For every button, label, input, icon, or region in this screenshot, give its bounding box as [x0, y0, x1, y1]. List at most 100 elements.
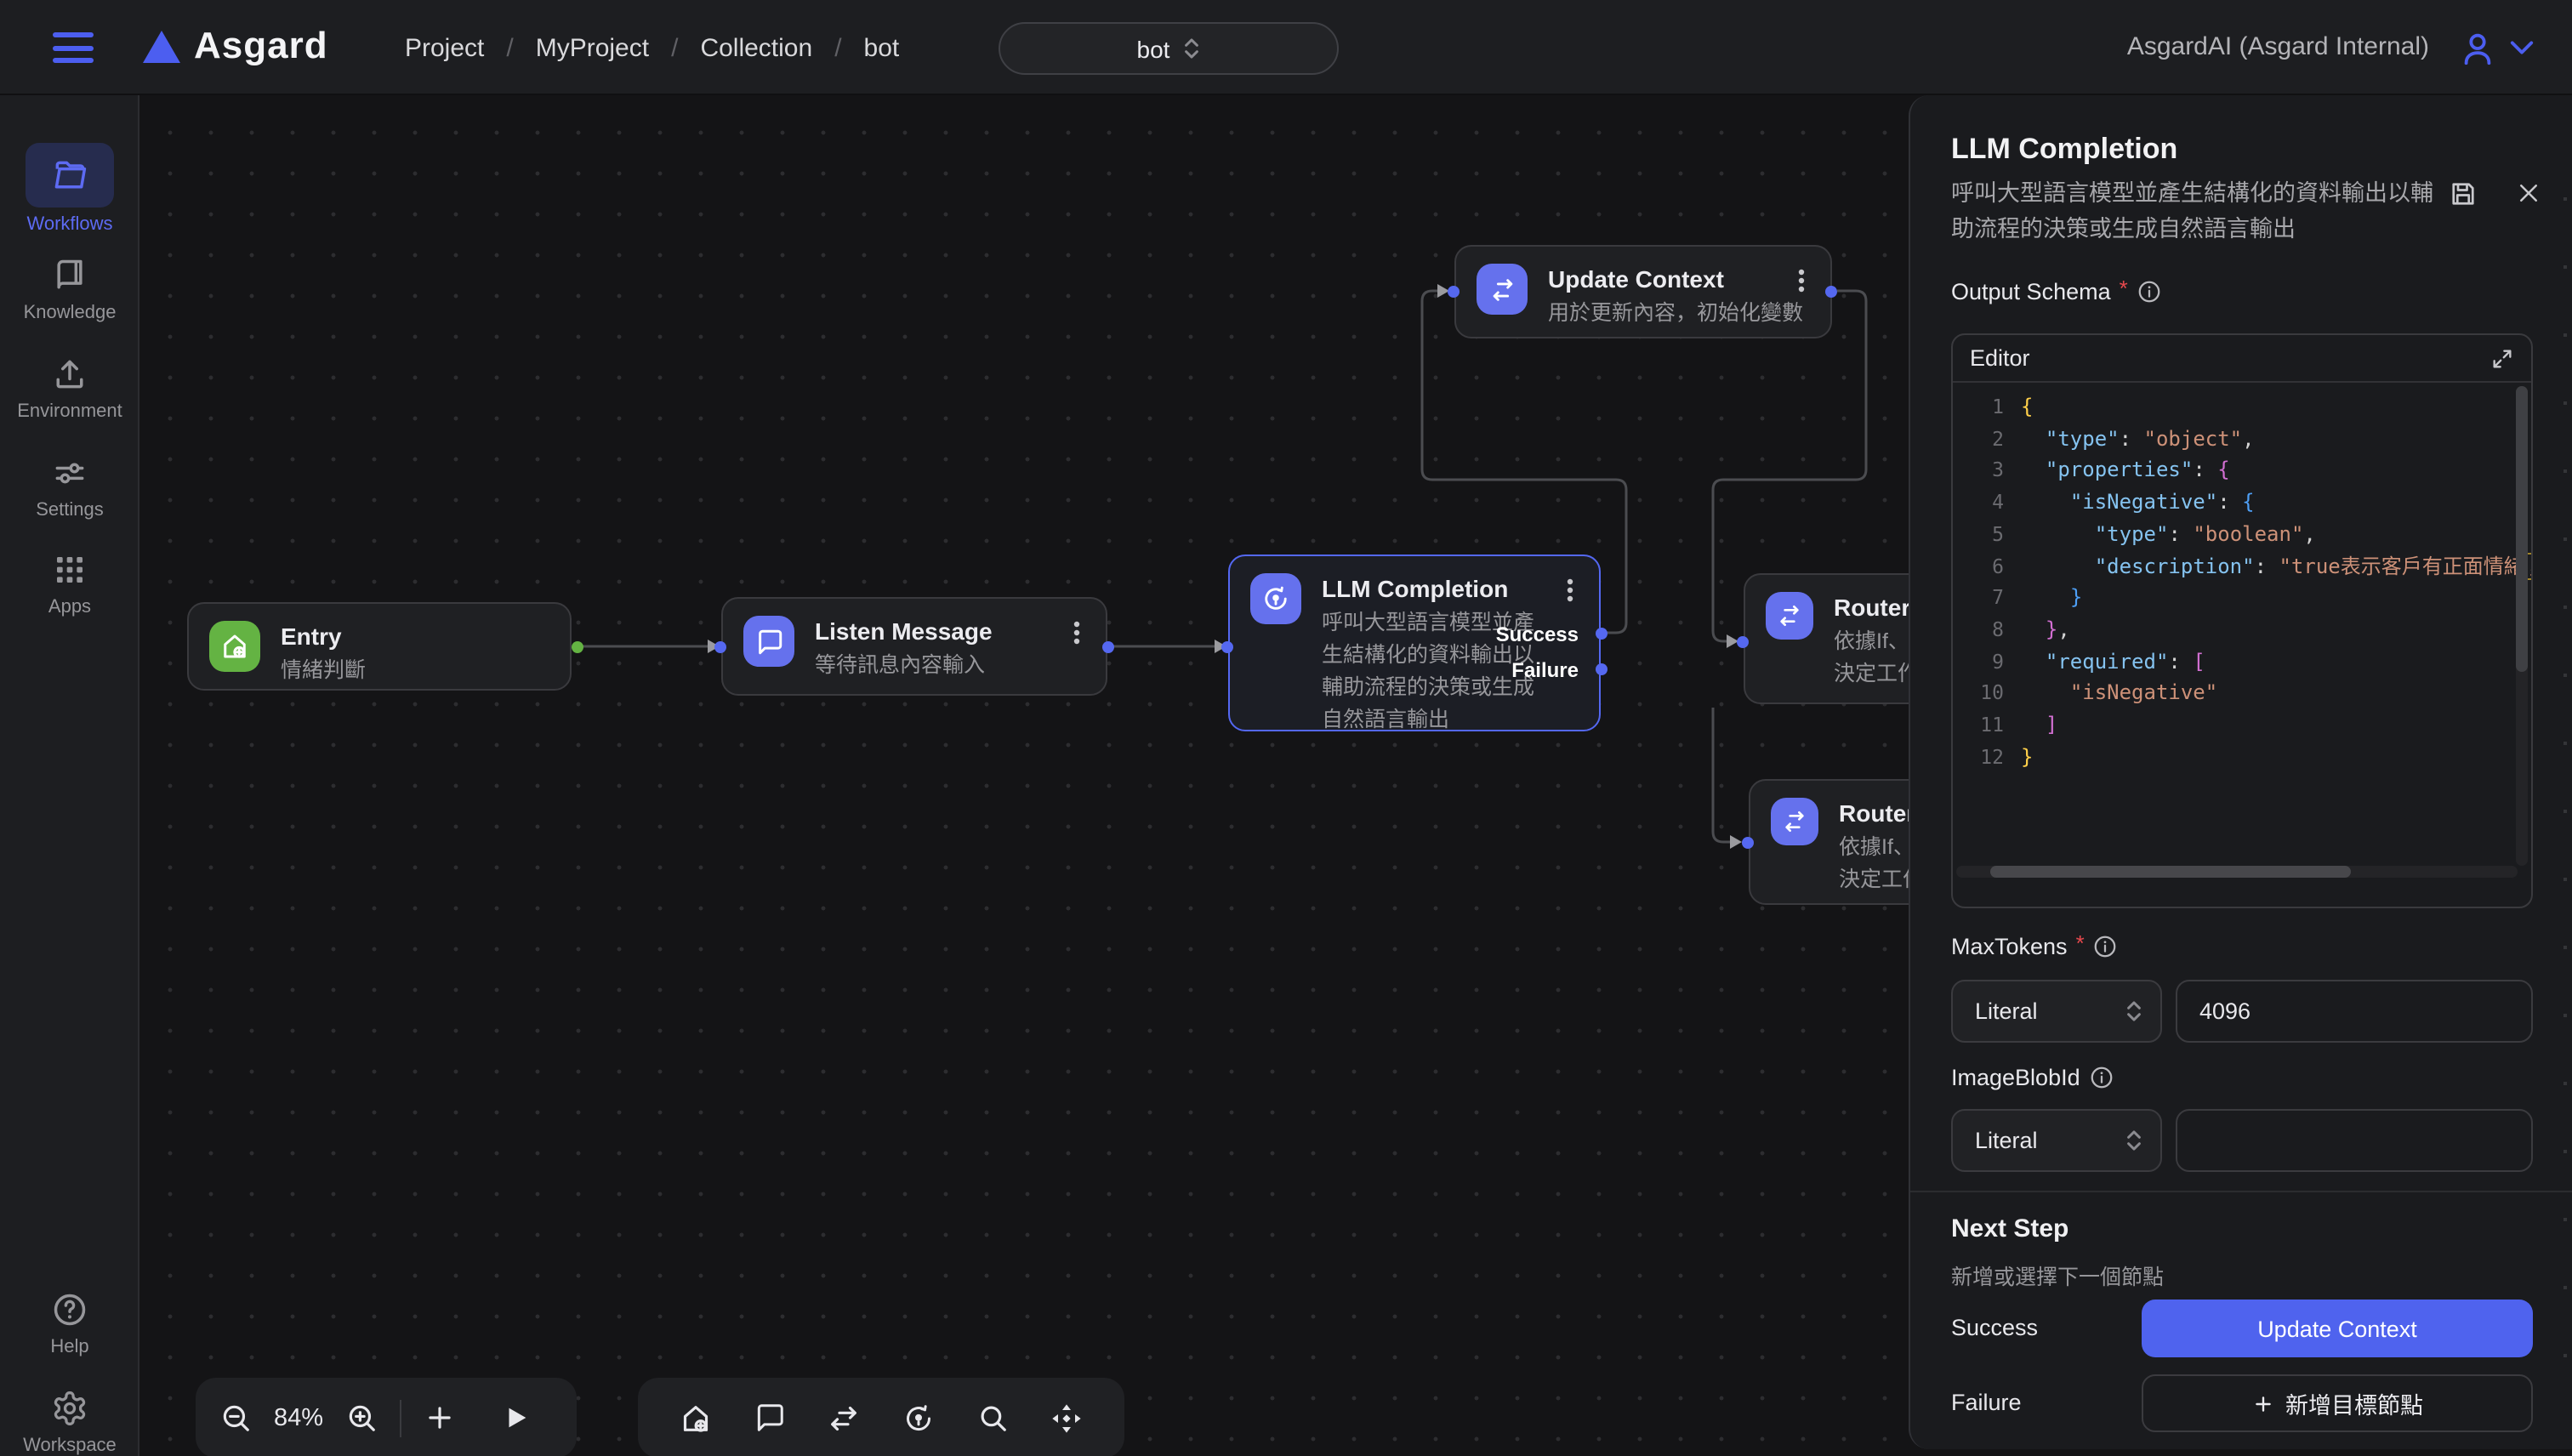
- success-row-label: Success: [1951, 1315, 2038, 1340]
- app-title[interactable]: Asgard: [194, 24, 328, 68]
- kebab-menu-icon[interactable]: [1065, 619, 1089, 646]
- run-workflow-button[interactable]: [502, 1403, 531, 1432]
- failure-row-label: Failure: [1951, 1390, 2022, 1415]
- breadcrumb: Project / MyProject / Collection / bot: [405, 0, 899, 95]
- search-icon[interactable]: [976, 1402, 1009, 1434]
- imageblobid-mode-select[interactable]: Literal: [1951, 1109, 2162, 1172]
- node-update-context[interactable]: Update Context 用於更新內容，初始化變數: [1454, 245, 1832, 338]
- sidebar: Workflows Knowledge Environment Settings…: [0, 95, 139, 1456]
- breadcrumb-collection[interactable]: Collection: [700, 33, 812, 62]
- kebab-menu-icon[interactable]: [1558, 577, 1582, 604]
- port-listen-in[interactable]: [714, 641, 726, 653]
- editor-gutter: 123456789101112: [1953, 383, 2021, 883]
- sidebar-label: Knowledge: [0, 303, 139, 323]
- sidebar-label: Environment: [0, 401, 139, 422]
- expand-icon[interactable]: [2490, 346, 2514, 370]
- zoom-toolbar: 84%: [196, 1378, 577, 1456]
- port-router2-in[interactable]: [1742, 837, 1754, 849]
- folder-icon: [26, 143, 114, 208]
- move-diamond-icon[interactable]: [1050, 1401, 1084, 1435]
- maxtokens-mode-select[interactable]: Literal: [1951, 980, 2162, 1043]
- editor-code[interactable]: { "type": "object", "properties": { "isN…: [2021, 383, 2531, 883]
- swap-arrows-icon: [1766, 592, 1813, 640]
- info-icon[interactable]: [2093, 934, 2119, 959]
- hamburger-menu-icon[interactable]: [53, 32, 97, 65]
- port-llm-failure[interactable]: [1596, 663, 1608, 675]
- book-icon: [0, 255, 139, 296]
- add-node-button[interactable]: [424, 1402, 456, 1434]
- editor-header: Editor: [1953, 335, 2531, 383]
- llm-orbit-icon[interactable]: [902, 1401, 936, 1435]
- node-subtitle: 情緒判斷: [281, 655, 366, 687]
- sidebar-item-knowledge[interactable]: Knowledge: [0, 255, 139, 323]
- port-entry-out[interactable]: [572, 641, 583, 653]
- editor-vscrollbar-thumb[interactable]: [2516, 386, 2528, 672]
- port-update-context-out[interactable]: [1825, 286, 1837, 298]
- maxtokens-input[interactable]: [2176, 980, 2533, 1043]
- port-llm-success[interactable]: [1596, 628, 1608, 640]
- zoom-out-icon[interactable]: [219, 1402, 252, 1434]
- sidebar-item-help[interactable]: Help: [0, 1289, 139, 1357]
- port-router1-in[interactable]: [1737, 636, 1749, 648]
- node-title: LLM Completion: [1322, 573, 1556, 604]
- port-llm-in[interactable]: [1221, 641, 1233, 653]
- workflow-select-value: bot: [1137, 35, 1170, 62]
- node-title: Listen Message: [815, 616, 993, 646]
- select-value: Literal: [1975, 1128, 2038, 1153]
- imageblobid-label: ImageBlobId: [1951, 1065, 2080, 1090]
- editor-label: Editor: [1970, 345, 2030, 371]
- node-llm-completion[interactable]: LLM Completion 呼叫大型語言模型並產 生結構化的資料輸出以 輔助流…: [1228, 555, 1601, 731]
- save-icon[interactable]: [2448, 179, 2478, 209]
- node-text: LLM Completion 呼叫大型語言模型並產 生結構化的資料輸出以 輔助流…: [1322, 573, 1556, 731]
- next-step-subtitle: 新增或選擇下一個節點: [1951, 1259, 2164, 1291]
- breadcrumb-myproject[interactable]: MyProject: [536, 33, 649, 62]
- failure-add-target-button[interactable]: 新增目標節點: [2142, 1374, 2533, 1432]
- port-listen-out[interactable]: [1102, 641, 1114, 653]
- panel-scroll-hint: [2563, 197, 2567, 1388]
- edge-to-router2: [1713, 708, 1737, 842]
- imageblobid-input[interactable]: [2176, 1109, 2533, 1172]
- account-chevron-down-icon[interactable]: [2509, 37, 2535, 58]
- sidebar-item-environment[interactable]: Environment: [0, 354, 139, 422]
- port-update-context-in[interactable]: [1448, 286, 1460, 298]
- kebab-menu-icon[interactable]: [1790, 267, 1813, 294]
- sidebar-item-workspace[interactable]: Workspace: [0, 1388, 139, 1456]
- info-icon[interactable]: [2089, 1065, 2114, 1090]
- schema-editor[interactable]: Editor 123456789101112 { "type": "object…: [1951, 333, 2533, 908]
- node-listen-message[interactable]: Listen Message 等待訊息內容輸入: [721, 597, 1107, 696]
- close-icon[interactable]: [2516, 180, 2541, 206]
- select-chevrons-icon: [1181, 37, 1200, 60]
- llm-orbit-icon: [1250, 573, 1301, 624]
- node-title: Update Context: [1548, 264, 1803, 294]
- output-schema-label-row: Output Schema *: [1951, 279, 2162, 304]
- plus-icon: [2251, 1392, 2273, 1414]
- swap-arrows-icon[interactable]: [827, 1401, 861, 1435]
- sidebar-item-settings[interactable]: Settings: [0, 452, 139, 520]
- success-target-button[interactable]: Update Context: [2142, 1300, 2533, 1357]
- inspector-panel: LLM Completion 呼叫大型語言模型並產生結構化的資料輸出以輔助流程的…: [1909, 95, 2572, 1449]
- node-entry[interactable]: Entry 情緒判斷: [187, 602, 572, 691]
- sidebar-item-apps[interactable]: Apps: [0, 549, 139, 617]
- editor-hscrollbar-thumb[interactable]: [1990, 866, 2351, 878]
- user-avatar-icon[interactable]: [2458, 29, 2497, 68]
- required-asterisk: *: [2076, 930, 2085, 956]
- imageblobid-label-row: ImageBlobId: [1951, 1065, 2114, 1090]
- asgard-logo-icon[interactable]: [143, 31, 180, 63]
- sidebar-item-workflows[interactable]: Workflows: [0, 143, 139, 235]
- breadcrumb-bot[interactable]: bot: [864, 33, 900, 62]
- maxtokens-label: MaxTokens: [1951, 934, 2068, 959]
- workflow-select[interactable]: bot: [999, 22, 1339, 75]
- select-chevrons-icon: [2125, 1129, 2143, 1152]
- chat-bubble-icon[interactable]: [754, 1402, 786, 1434]
- sidebar-label: Help: [0, 1337, 139, 1357]
- breadcrumb-project[interactable]: Project: [405, 33, 484, 62]
- divider: [400, 1399, 401, 1436]
- editor-body[interactable]: 123456789101112 { "type": "object", "pro…: [1953, 383, 2531, 883]
- sidebar-label: Settings: [0, 500, 139, 520]
- info-icon[interactable]: [2137, 279, 2162, 304]
- house-plus-icon[interactable]: [679, 1401, 713, 1435]
- arrowhead: [1730, 835, 1742, 849]
- gear-icon: [0, 1388, 139, 1429]
- swap-arrows-icon: [1771, 798, 1818, 845]
- zoom-in-icon[interactable]: [345, 1402, 378, 1434]
